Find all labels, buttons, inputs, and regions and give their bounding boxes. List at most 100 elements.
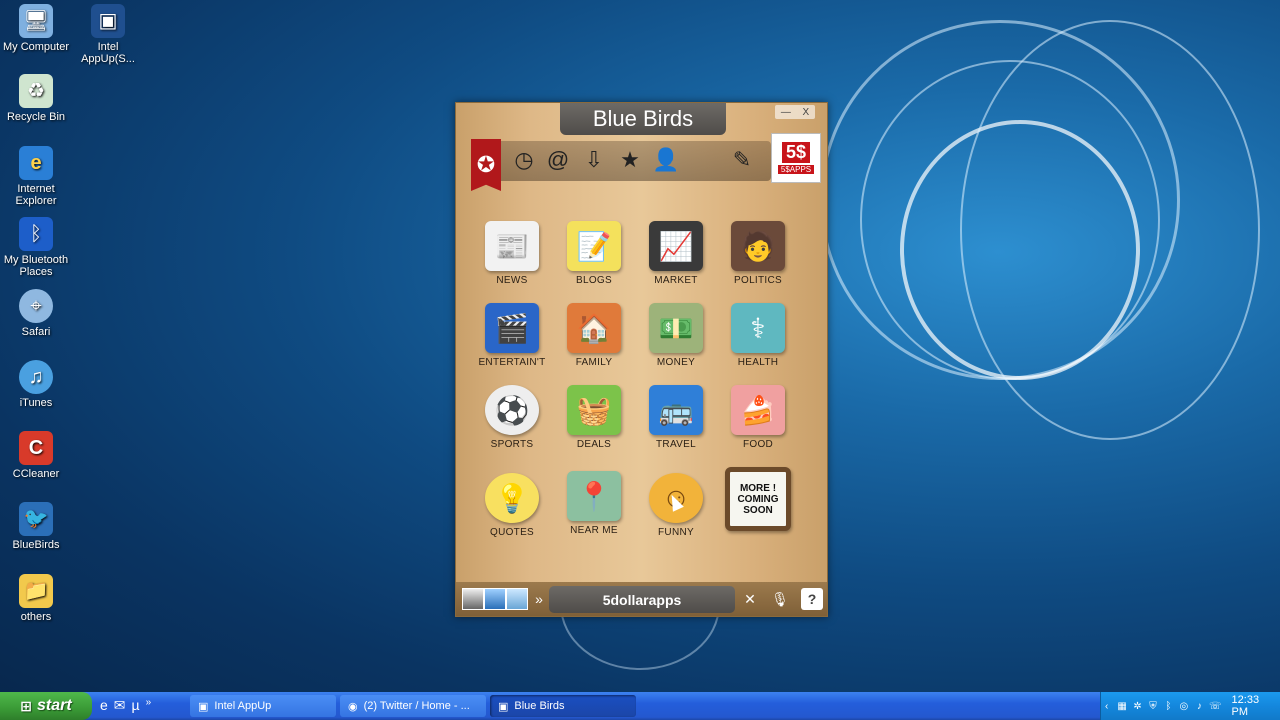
- help-icon[interactable]: ?: [801, 588, 823, 610]
- wallpaper-swirl: [820, 20, 1180, 380]
- inbox-icon: ⇩: [584, 147, 604, 172]
- lightbulb-icon: 💡: [485, 473, 539, 523]
- compose-icon: ✎: [732, 147, 752, 172]
- tray-app-icon[interactable]: ✲: [1132, 699, 1143, 713]
- close-button[interactable]: X: [802, 107, 809, 118]
- windows-logo-icon: ⊞: [20, 697, 33, 714]
- intel-appup-icon: ▣: [198, 700, 209, 713]
- tab-mentions[interactable]: @: [543, 145, 573, 175]
- tools-icon[interactable]: ✕: [739, 588, 761, 610]
- quicklaunch-expand-icon[interactable]: »: [146, 697, 152, 714]
- microphone-icon[interactable]: 🎙: [769, 588, 791, 610]
- desktop-icon-internet-explorer[interactable]: e Internet Explorer: [0, 146, 72, 207]
- mail-quicklaunch-icon[interactable]: ✉: [114, 697, 126, 714]
- safari-icon: ⌖: [19, 289, 53, 323]
- category-health[interactable]: ⚕ HEALTH: [718, 303, 798, 368]
- desktop-icon-intel-appup[interactable]: ▣ Intel AppUp(S...: [72, 4, 144, 65]
- app-bottom-bar: » 5dollarapps ✕ 🎙 ?: [456, 582, 827, 616]
- caduceus-shield-icon: ⚕: [731, 303, 785, 353]
- politician-icon: 🧑: [731, 221, 785, 271]
- utorrent-quicklaunch-icon[interactable]: µ: [132, 697, 140, 714]
- soccer-ball-icon: ⚽: [485, 385, 539, 435]
- shield-icon[interactable]: ⛨: [1147, 699, 1158, 713]
- double-chevron-right-icon[interactable]: »: [528, 588, 550, 610]
- computer-icon: 🖥: [19, 4, 53, 38]
- at-icon: @: [546, 147, 570, 172]
- volume-icon[interactable]: ♪: [1194, 699, 1205, 713]
- tab-favorites[interactable]: ★: [615, 145, 645, 175]
- category-more[interactable]: MORE ! COMING SOON: [718, 467, 798, 535]
- category-blogs[interactable]: 📝 BLOGS: [554, 221, 634, 286]
- desktop-icon-recycle-bin[interactable]: ♻ Recycle Bin: [0, 74, 72, 123]
- start-button[interactable]: ⊞ start: [0, 692, 92, 720]
- internet-explorer-quicklaunch-icon[interactable]: e: [100, 697, 108, 714]
- category-money[interactable]: 💵 MONEY: [636, 303, 716, 368]
- category-food[interactable]: 🍰 FOOD: [718, 385, 798, 450]
- desktop-icon-others[interactable]: 📁 others: [0, 574, 72, 623]
- taskbar: ⊞ start e ✉ µ » ▣ Intel AppUp ◉ (2) Twit…: [0, 692, 1280, 720]
- internet-explorer-icon: e: [19, 146, 53, 180]
- recycle-bin-icon: ♻: [19, 74, 53, 108]
- bluebirds-icon: ▣: [498, 700, 509, 713]
- desktop-icon-bluetooth-places[interactable]: ᛒ My Bluetooth Places: [0, 217, 72, 278]
- category-family[interactable]: 🏠 FAMILY: [554, 303, 634, 368]
- folder-icon: 📁: [19, 574, 53, 608]
- brand-label[interactable]: 5dollarapps: [549, 586, 735, 613]
- tab-compose[interactable]: ✎: [727, 145, 757, 175]
- bluetooth-icon: ᛒ: [19, 217, 53, 251]
- theme-swatch-icon[interactable]: [462, 588, 484, 610]
- bluetooth-icon[interactable]: ᛒ: [1163, 699, 1174, 713]
- tray-app-icon[interactable]: ◎: [1178, 699, 1189, 713]
- system-tray: ‹ ▦ ✲ ⛨ ᛒ ◎ ♪ ☏ 12:33 PM: [1100, 692, 1280, 720]
- window-controls: — X: [775, 105, 815, 119]
- tab-profile[interactable]: 👤: [651, 145, 681, 175]
- minimize-button[interactable]: —: [781, 107, 791, 118]
- task-intel-appup[interactable]: ▣ Intel AppUp: [190, 695, 336, 717]
- tray-expand-icon[interactable]: ‹: [1101, 699, 1112, 713]
- tab-bar: ✪ ◷ @ ⇩ ★ 👤 ✎: [471, 139, 771, 191]
- category-entertainment[interactable]: 🎬 ENTERTAIN'T: [472, 303, 552, 368]
- cake-icon: 🍰: [731, 385, 785, 435]
- category-sports[interactable]: ⚽ SPORTS: [472, 385, 552, 450]
- star-icon: ★: [620, 147, 640, 172]
- desktop-icon-safari[interactable]: ⌖ Safari: [0, 289, 72, 338]
- network-icon[interactable]: ▦: [1116, 699, 1127, 713]
- clapperboard-icon: 🎬: [485, 303, 539, 353]
- category-deals[interactable]: 🧺 DEALS: [554, 385, 634, 450]
- task-twitter[interactable]: ◉ (2) Twitter / Home - ...: [340, 695, 486, 717]
- desktop-icon-my-computer[interactable]: 🖥 My Computer: [0, 4, 72, 53]
- banknote-icon: 💵: [649, 303, 703, 353]
- tray-app-icon[interactable]: ☏: [1209, 699, 1222, 713]
- category-travel[interactable]: 🚌 TRAVEL: [636, 385, 716, 450]
- tab-world[interactable]: ✪: [471, 139, 501, 191]
- tab-inbox[interactable]: ⇩: [579, 145, 609, 175]
- app-title: Blue Birds: [560, 103, 726, 135]
- chart-icon: 📈: [649, 221, 703, 271]
- task-blue-birds[interactable]: ▣ Blue Birds: [490, 695, 636, 717]
- category-news[interactable]: 📰 NEWS: [472, 221, 552, 286]
- globe-icon: ✪: [476, 152, 496, 177]
- category-quotes[interactable]: 💡 QUOTES: [472, 473, 552, 538]
- desktop-icon-ccleaner[interactable]: C CCleaner: [0, 431, 72, 480]
- tab-recent[interactable]: ◷: [509, 145, 539, 175]
- category-market[interactable]: 📈 MARKET: [636, 221, 716, 286]
- desktop-icon-itunes[interactable]: ♫ iTunes: [0, 360, 72, 409]
- theme-swatch-icon[interactable]: [484, 588, 506, 610]
- desktop-icon-bluebirds[interactable]: 🐦 BlueBirds: [0, 502, 72, 551]
- clock[interactable]: 12:33 PM: [1232, 694, 1270, 718]
- bluebirds-icon: 🐦: [19, 502, 53, 536]
- wallpaper-swirl: [900, 120, 1140, 380]
- quick-launch: e ✉ µ »: [100, 697, 151, 714]
- itunes-icon: ♫: [19, 360, 53, 394]
- house-icon: 🏠: [567, 303, 621, 353]
- map-pin-icon: 📍: [567, 471, 621, 521]
- intel-appup-icon: ▣: [91, 4, 125, 38]
- bluebirds-window: Blue Birds — X ✪ ◷ @ ⇩ ★ 👤 ✎ 5$ 5$APPS 📰…: [455, 102, 828, 617]
- category-politics[interactable]: 🧑 POLITICS: [718, 221, 798, 286]
- bus-icon: 🚌: [649, 385, 703, 435]
- theme-swatch-icon[interactable]: [506, 588, 528, 610]
- basket-icon: 🧺: [567, 385, 621, 435]
- 5dollarapps-logo[interactable]: 5$ 5$APPS: [771, 133, 821, 183]
- more-sign-icon: MORE ! COMING SOON: [725, 467, 791, 531]
- category-near-me[interactable]: 📍 NEAR ME: [554, 471, 634, 536]
